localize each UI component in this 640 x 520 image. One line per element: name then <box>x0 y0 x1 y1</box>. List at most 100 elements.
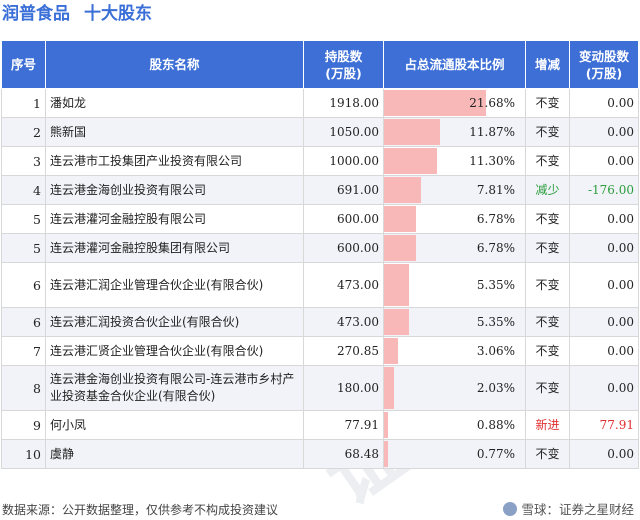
brand-credit: 雪球：证券之星财经 <box>503 500 634 520</box>
change-status-cell: 不变 <box>525 262 570 308</box>
change-status: 不变 <box>535 314 560 329</box>
ratio-cell: 6.78% <box>383 233 526 263</box>
table-header-row: 序号 股东名称 持股数 (万股) 占总流通股本比例 增减 变动股数 (万股) <box>1 40 639 89</box>
shareholder-name-cell: 连云港汇润投资合伙企业(有限合伙) <box>45 307 304 337</box>
change-status: 不变 <box>535 446 560 461</box>
change-amount-cell: 0.00 <box>569 307 639 337</box>
table-row: 7 连云港汇贤企业管理合伙企业(有限合伙) 270.85 3.06% 不变 0.00 <box>1 336 639 366</box>
change-status-cell: 不变 <box>525 204 570 234</box>
table-row: 6 连云港汇润投资合伙企业(有限合伙) 473.00 5.35% 不变 0.00 <box>1 307 639 337</box>
change-status-cell: 不变 <box>525 307 570 337</box>
table-row: 5 连云港灌河金融控股集团有限公司 600.00 6.78% 不变 0.00 <box>1 233 639 263</box>
ratio-cell: 11.87% <box>383 117 526 147</box>
change-amount-cell: 0.00 <box>569 336 639 366</box>
change-amount-cell: -176.00 <box>569 175 639 205</box>
rank-cell: 7 <box>1 336 46 366</box>
ratio-cell: 21.68% <box>383 88 526 118</box>
snowball-logo-icon <box>503 502 518 516</box>
table-row: 1 潘如龙 1918.00 21.68% 不变 0.00 <box>1 88 639 118</box>
ratio-percent: 11.87% <box>469 124 515 139</box>
shareholder-name-cell: 何小凤 <box>45 410 304 440</box>
change-status-cell: 不变 <box>525 439 570 469</box>
section-title: 十大股东 <box>84 4 152 24</box>
col-header-amount: 变动股数 (万股) <box>569 40 639 89</box>
ratio-percent: 2.03% <box>476 380 515 395</box>
shareholder-name-cell: 连云港金海创业投资有限公司-连云港市乡村产业投资基金合伙企业(有限合伙) <box>45 365 304 411</box>
shareholder-name-cell: 连云港灌河金融控股集团有限公司 <box>45 233 304 263</box>
change-status-cell: 不变 <box>525 88 570 118</box>
shareholder-name-cell: 虞静 <box>45 439 304 469</box>
change-status-cell: 不变 <box>525 146 570 176</box>
change-status-cell: 不变 <box>525 336 570 366</box>
change-amount-cell: 0.00 <box>569 262 639 308</box>
change-amount-cell: 0.00 <box>569 117 639 147</box>
table-body: 1 潘如龙 1918.00 21.68% 不变 0.00 2 熊新国 1050.00 11.87%… <box>1 88 639 469</box>
change-amount-cell: 77.91 <box>569 410 639 440</box>
change-status-cell: 减少 <box>525 175 570 205</box>
change-status-cell: 不变 <box>525 117 570 147</box>
ratio-cell: 7.81% <box>383 175 526 205</box>
shares-cell: 1050.00 <box>303 117 384 147</box>
table-row: 10 虞静 68.48 0.77% 不变 0.00 <box>1 439 639 469</box>
rank-cell: 9 <box>1 410 46 440</box>
rank-cell: 3 <box>1 146 46 176</box>
change-status-cell: 不变 <box>525 233 570 263</box>
data-source-note: 数据来源：公开数据整理，仅供参考不构成投资建议 <box>2 503 279 517</box>
change-status: 不变 <box>535 153 560 168</box>
shareholder-name-cell: 连云港灌河金融控股有限公司 <box>45 204 304 234</box>
change-amount-cell: 0.00 <box>569 204 639 234</box>
shares-cell: 473.00 <box>303 262 384 308</box>
ratio-percent: 7.81% <box>476 182 515 197</box>
change-amount-cell: 0.00 <box>569 365 639 411</box>
table-row: 2 熊新国 1050.00 11.87% 不变 0.00 <box>1 117 639 147</box>
change-status: 减少 <box>535 182 560 197</box>
title-bar: 润普食品 十大股东 <box>0 0 640 30</box>
ratio-cell: 0.77% <box>383 439 526 469</box>
ratio-cell: 5.35% <box>383 262 526 308</box>
ratio-percent: 5.35% <box>476 314 515 329</box>
shareholders-table: 序号 股东名称 持股数 (万股) 占总流通股本比例 增减 变动股数 (万股) 1… <box>1 40 639 469</box>
col-header-name: 股东名称 <box>45 40 304 89</box>
rank-cell: 10 <box>1 439 46 469</box>
rank-cell: 5 <box>1 204 46 234</box>
col-header-ratio: 占总流通股本比例 <box>383 40 526 89</box>
ratio-cell: 2.03% <box>383 365 526 411</box>
table-row: 3 连云港市工投集团产业投资有限公司 1000.00 11.30% 不变 0.00 <box>1 146 639 176</box>
rank-cell: 6 <box>1 262 46 308</box>
rank-cell: 1 <box>1 88 46 118</box>
shareholder-name-cell: 连云港金海创业投资有限公司 <box>45 175 304 205</box>
table-row: 8 连云港金海创业投资有限公司-连云港市乡村产业投资基金合伙企业(有限合伙) 180… <box>1 365 639 411</box>
shares-cell: 180.00 <box>303 365 384 411</box>
ratio-percent: 21.68% <box>469 95 515 110</box>
shares-cell: 600.00 <box>303 204 384 234</box>
ratio-percent: 0.77% <box>476 446 515 461</box>
shareholder-name-cell: 熊新国 <box>45 117 304 147</box>
ratio-cell: 6.78% <box>383 204 526 234</box>
ratio-cell: 3.06% <box>383 336 526 366</box>
shares-cell: 600.00 <box>303 233 384 263</box>
rank-cell: 4 <box>1 175 46 205</box>
rank-cell: 6 <box>1 307 46 337</box>
change-status: 不变 <box>535 240 560 255</box>
shares-cell: 1000.00 <box>303 146 384 176</box>
change-status: 不变 <box>535 211 560 226</box>
table-row: 5 连云港灌河金融控股有限公司 600.00 6.78% 不变 0.00 <box>1 204 639 234</box>
shares-cell: 691.00 <box>303 175 384 205</box>
table-row: 6 连云港汇润企业管理合伙企业(有限合伙) 473.00 5.35% 不变 0.00 <box>1 262 639 308</box>
shareholder-name-cell: 连云港汇贤企业管理合伙企业(有限合伙) <box>45 336 304 366</box>
shareholder-name-cell: 连云港汇润企业管理合伙企业(有限合伙) <box>45 262 304 308</box>
shares-cell: 270.85 <box>303 336 384 366</box>
change-amount-cell: 0.00 <box>569 88 639 118</box>
ratio-percent: 5.35% <box>476 277 515 292</box>
change-amount-cell: 0.00 <box>569 146 639 176</box>
ratio-percent: 0.88% <box>476 417 515 432</box>
col-header-rank: 序号 <box>1 40 46 89</box>
ratio-cell: 11.30% <box>383 146 526 176</box>
shares-cell: 473.00 <box>303 307 384 337</box>
rank-cell: 5 <box>1 233 46 263</box>
change-status: 新进 <box>535 417 560 432</box>
ratio-percent: 6.78% <box>476 240 515 255</box>
ratio-percent: 3.06% <box>476 343 515 358</box>
change-status: 不变 <box>535 95 560 110</box>
col-header-shares: 持股数 (万股) <box>303 40 384 89</box>
